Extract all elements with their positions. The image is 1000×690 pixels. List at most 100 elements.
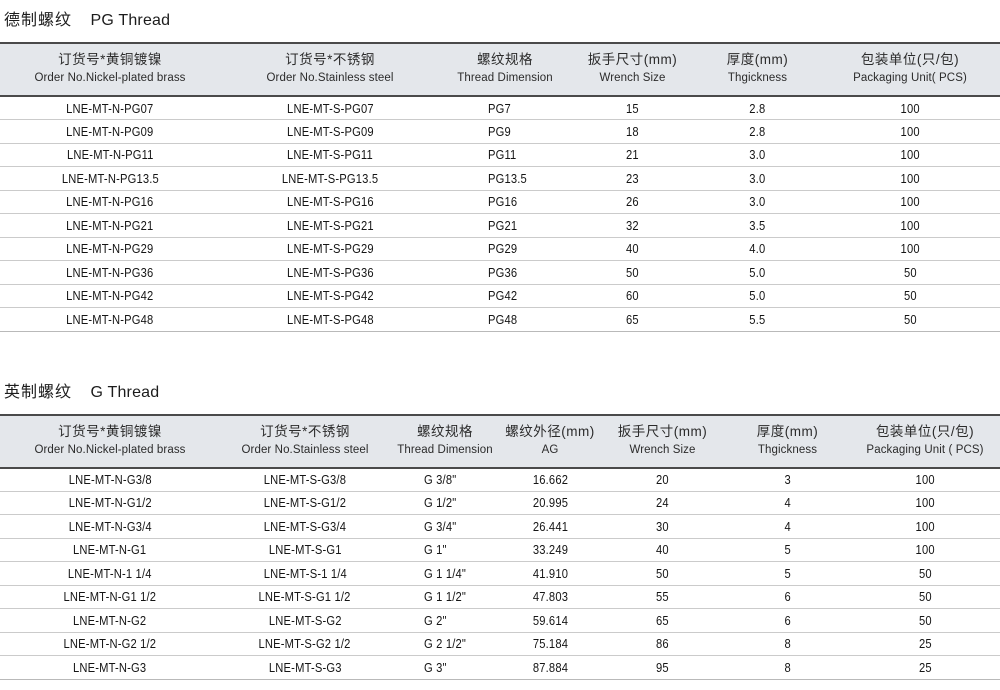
cell-value: 75.184	[532, 636, 567, 651]
cell-value: 5.0	[749, 265, 765, 280]
cell-value: 25	[919, 660, 932, 675]
header-row: 订货号*黄铜镀镍Order No.Nickel-plated brass订货号*…	[0, 43, 1000, 96]
table-cell: LNE-MT-N-PG09	[0, 120, 220, 144]
table-row: LNE-MT-N-PG29LNE-MT-S-PG29PG29404.0100	[0, 237, 1000, 261]
cell-value: LNE-MT-N-G3	[73, 660, 146, 675]
table-cell: 8	[725, 632, 850, 656]
table-row: LNE-MT-N-G2 1/2LNE-MT-S-G2 1/2G 2 1/2"75…	[0, 632, 1000, 656]
table-header: 订货号*黄铜镀镍Order No.Nickel-plated brass订货号*…	[0, 415, 1000, 468]
cell-value: LNE-MT-N-PG42	[66, 288, 153, 303]
cell-value: PG48	[488, 312, 517, 327]
table-cell: LNE-MT-N-G3/4	[0, 515, 220, 539]
cell-value: LNE-MT-N-PG21	[66, 218, 153, 233]
table-cell: LNE-MT-S-PG21	[220, 214, 440, 238]
table-cell: 4.0	[695, 237, 820, 261]
table-cell: 5	[725, 538, 850, 562]
cell-value: 5	[784, 566, 790, 581]
table-row: LNE-MT-N-G3/4 LNE-MT-S-G3/4 G 3/4" 26.441 30…	[0, 515, 1000, 539]
table-cell: 40	[570, 237, 695, 261]
column-header-en: AG	[500, 444, 600, 457]
table-cell: 86	[600, 632, 725, 656]
cell-value: 6	[784, 589, 790, 604]
table-cell: LNE-MT-S-PG29	[220, 237, 440, 261]
cell-value: 3.0	[749, 171, 765, 186]
section-title-g-thread: 英制螺纹 G Thread	[0, 372, 1000, 414]
table-cell: LNE-MT-N-PG13.5	[0, 167, 220, 191]
table-cell: 100	[820, 143, 1000, 167]
cell-value: 25	[919, 636, 932, 651]
cell-value: 50	[656, 566, 669, 581]
column-header-en: Order No.Stainless steel	[220, 444, 390, 457]
table-row: LNE-MT-N-G2LNE-MT-S-G2G 2"59.61465650	[0, 609, 1000, 633]
column-header-zh: 螺纹规格	[440, 52, 570, 68]
column-header-en: Wrench Size	[570, 72, 695, 85]
cell-value: 26	[626, 194, 639, 209]
cell-value: 30	[656, 519, 669, 534]
table-cell: 100	[850, 491, 1000, 515]
table-row: LNE-MT-N-PG07LNE-MT-S-PG07PG7152.8100	[0, 96, 1000, 120]
cell-value: LNE-MT-S-PG16	[287, 194, 374, 209]
g-thread-table: 订货号*黄铜镀镍Order No.Nickel-plated brass订货号*…	[0, 414, 1000, 680]
table-cell: 41.910	[500, 562, 600, 586]
cell-value: LNE-MT-N-PG48	[66, 312, 153, 327]
cell-value: LNE-MT-N-G3/8	[68, 472, 151, 487]
cell-value: 26.441	[532, 519, 567, 534]
cell-value: 50	[919, 566, 932, 581]
table-cell: 100	[820, 237, 1000, 261]
column-header: 订货号*黄铜镀镍Order No.Nickel-plated brass	[0, 415, 220, 468]
cell-value: PG16	[488, 194, 517, 209]
cell-value: 4	[784, 495, 790, 510]
table-cell: 55	[600, 585, 725, 609]
cell-value: LNE-MT-N-G2 1/2	[64, 636, 157, 651]
cell-value: LNE-MT-N-G1/2	[68, 495, 151, 510]
column-header-zh: 螺纹规格	[390, 424, 500, 440]
table-cell: 60	[570, 284, 695, 308]
cell-value: G 3/4"	[424, 519, 456, 534]
table-cell: 50	[600, 562, 725, 586]
column-header-zh: 包装单位(只/包)	[850, 424, 1000, 440]
table-cell: LNE-MT-N-PG48	[0, 308, 220, 332]
cell-value: 100	[900, 171, 919, 186]
column-header-en: Wrench Size	[600, 444, 725, 457]
table-cell: LNE-MT-S-1 1/4	[220, 562, 390, 586]
table-cell: 4	[725, 491, 850, 515]
column-header-zh: 订货号*不锈钢	[220, 52, 440, 68]
header-row: 订货号*黄铜镀镍Order No.Nickel-plated brass订货号*…	[0, 415, 1000, 468]
cell-value: LNE-MT-S-G3/8	[264, 472, 346, 487]
table-cell: 8	[725, 656, 850, 680]
table-cell: LNE-MT-S-G2	[220, 609, 390, 633]
cell-value: PG11	[488, 147, 516, 162]
cell-value: LNE-MT-N-PG13.5	[61, 171, 158, 186]
table-cell: G 2 1/2"	[390, 632, 500, 656]
table-row: LNE-MT-N-PG16LNE-MT-S-PG16PG16263.0100	[0, 190, 1000, 214]
cell-value: 50	[904, 288, 917, 303]
table-cell: 75.184	[500, 632, 600, 656]
table-cell: PG36	[440, 261, 570, 285]
cell-value: LNE-MT-S-G1/2	[264, 495, 346, 510]
table-cell: LNE-MT-N-PG36	[0, 261, 220, 285]
table-cell: 26.441	[500, 515, 600, 539]
table-cell: 3.0	[695, 143, 820, 167]
table-header: 订货号*黄铜镀镍Order No.Nickel-plated brass订货号*…	[0, 43, 1000, 96]
table-cell: 100	[820, 214, 1000, 238]
cell-value: 87.884	[532, 660, 567, 675]
cell-value: 2.8	[749, 124, 765, 139]
table-cell: 4	[725, 515, 850, 539]
table-cell: 50	[820, 261, 1000, 285]
table-cell: PG29	[440, 237, 570, 261]
cell-value: LNE-MT-N-G3/4	[68, 519, 151, 534]
table-cell: 3.0	[695, 167, 820, 191]
cell-value: LNE-MT-S-G3/4	[264, 519, 346, 534]
cell-value: LNE-MT-S-PG07	[287, 101, 374, 116]
section-title-zh: 德制螺纹	[4, 12, 72, 29]
column-header-zh: 包装单位(只/包)	[820, 52, 1000, 68]
column-header-en: Order No.Stainless steel	[220, 72, 440, 85]
cell-value: PG21	[488, 218, 517, 233]
table-cell: 20	[600, 468, 725, 492]
cell-value: G 1/2"	[424, 495, 456, 510]
cell-value: 100	[915, 495, 934, 510]
table-cell: 18	[570, 120, 695, 144]
table-cell: LNE-MT-N-G1/2	[0, 491, 220, 515]
table-cell: LNE-MT-S-G3/4	[220, 515, 390, 539]
cell-value: 50	[626, 265, 639, 280]
